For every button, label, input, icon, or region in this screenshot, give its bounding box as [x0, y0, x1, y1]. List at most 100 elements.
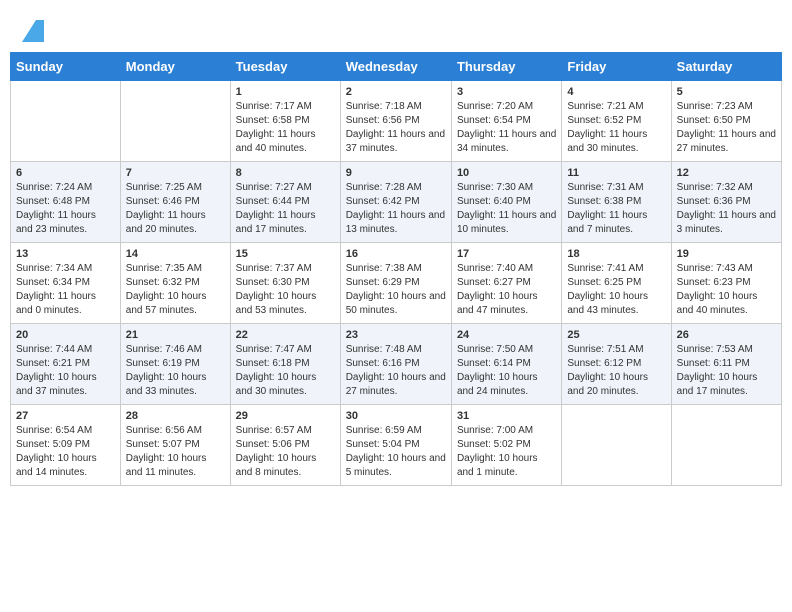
day-cell-8: 8 Sunrise: 7:27 AM Sunset: 6:44 PM Daylig… — [230, 162, 340, 243]
day-info: Sunrise: 6:57 AM Sunset: 5:06 PM Dayligh… — [236, 424, 335, 480]
day-number: 8 — [236, 167, 335, 179]
day-number: 23 — [346, 329, 446, 341]
day-cell-17: 17 Sunrise: 7:40 AM Sunset: 6:27 PM Dayli… — [451, 243, 561, 324]
day-cell-31: 31Sunrise: 7:00 AM Sunset: 5:02 PM Dayli… — [451, 405, 561, 486]
day-cell-9: 9 Sunrise: 7:28 AM Sunset: 6:42 PM Daylig… — [340, 162, 451, 243]
day-cell-6: 6 Sunrise: 7:24 AM Sunset: 6:48 PM Daylig… — [11, 162, 121, 243]
day-info: Sunrise: 7:17 AM Sunset: 6:58 PM Dayligh… — [236, 100, 335, 156]
day-info: Sunrise: 6:56 AM Sunset: 5:07 PM Dayligh… — [126, 424, 225, 480]
day-info: Sunrise: 7:31 AM Sunset: 6:38 PM Dayligh… — [567, 181, 665, 237]
day-number: 28 — [126, 410, 225, 422]
day-cell-29: 29 Sunrise: 6:57 AM Sunset: 5:06 PM Dayli… — [230, 405, 340, 486]
day-info: Sunrise: 7:00 AM Sunset: 5:02 PM Dayligh… — [457, 424, 556, 480]
empty-cell — [11, 81, 121, 162]
day-cell-27: 27Sunrise: 6:54 AM Sunset: 5:09 PM Dayli… — [11, 405, 121, 486]
day-number: 20 — [16, 329, 115, 341]
day-cell-19: 19 Sunrise: 7:43 AM Sunset: 6:23 PM Dayli… — [671, 243, 781, 324]
day-cell-15: 15 Sunrise: 7:37 AM Sunset: 6:30 PM Dayli… — [230, 243, 340, 324]
day-info: Sunrise: 7:32 AM Sunset: 6:36 PM Dayligh… — [677, 181, 776, 237]
day-info: Sunrise: 7:18 AM Sunset: 6:56 PM Dayligh… — [346, 100, 446, 156]
day-number: 9 — [346, 167, 446, 179]
day-number: 29 — [236, 410, 335, 422]
day-cell-30: 30 Sunrise: 6:59 AM Sunset: 5:04 PM Dayli… — [340, 405, 451, 486]
day-number: 7 — [126, 167, 225, 179]
day-number: 12 — [677, 167, 776, 179]
day-cell-13: 13 Sunrise: 7:34 AM Sunset: 6:34 PM Dayli… — [11, 243, 121, 324]
day-info: Sunrise: 7:53 AM Sunset: 6:11 PM Dayligh… — [677, 343, 776, 399]
day-number: 19 — [677, 248, 776, 260]
day-number: 24 — [457, 329, 556, 341]
day-info: Sunrise: 7:24 AM Sunset: 6:48 PM Dayligh… — [16, 181, 115, 237]
day-cell-14: 14Sunrise: 7:35 AM Sunset: 6:32 PM Dayli… — [120, 243, 230, 324]
day-cell-4: 4 Sunrise: 7:21 AM Sunset: 6:52 PM Daylig… — [562, 81, 671, 162]
day-info: Sunrise: 7:37 AM Sunset: 6:30 PM Dayligh… — [236, 262, 335, 318]
day-info: Sunrise: 7:30 AM Sunset: 6:40 PM Dayligh… — [457, 181, 556, 237]
day-cell-28: 28 Sunrise: 6:56 AM Sunset: 5:07 PM Dayli… — [120, 405, 230, 486]
day-number: 6 — [16, 167, 115, 179]
empty-cell — [120, 81, 230, 162]
day-info: Sunrise: 7:20 AM Sunset: 6:54 PM Dayligh… — [457, 100, 556, 156]
weekday-header-sunday: Sunday — [11, 53, 121, 81]
week-row-5: 27Sunrise: 6:54 AM Sunset: 5:09 PM Dayli… — [11, 405, 782, 486]
day-info: Sunrise: 7:23 AM Sunset: 6:50 PM Dayligh… — [677, 100, 776, 156]
day-info: Sunrise: 6:54 AM Sunset: 5:09 PM Dayligh… — [16, 424, 115, 480]
day-cell-5: 5Sunrise: 7:23 AM Sunset: 6:50 PM Daylig… — [671, 81, 781, 162]
week-row-3: 13 Sunrise: 7:34 AM Sunset: 6:34 PM Dayli… — [11, 243, 782, 324]
empty-cell — [671, 405, 781, 486]
day-number: 13 — [16, 248, 115, 260]
day-number: 3 — [457, 86, 556, 98]
weekday-header-thursday: Thursday — [451, 53, 561, 81]
day-info: Sunrise: 7:47 AM Sunset: 6:18 PM Dayligh… — [236, 343, 335, 399]
weekday-header-tuesday: Tuesday — [230, 53, 340, 81]
day-cell-12: 12 Sunrise: 7:32 AM Sunset: 6:36 PM Dayli… — [671, 162, 781, 243]
day-info: Sunrise: 7:43 AM Sunset: 6:23 PM Dayligh… — [677, 262, 776, 318]
day-info: Sunrise: 7:46 AM Sunset: 6:19 PM Dayligh… — [126, 343, 225, 399]
day-number: 17 — [457, 248, 556, 260]
day-info: Sunrise: 7:41 AM Sunset: 6:25 PM Dayligh… — [567, 262, 665, 318]
day-cell-16: 16Sunrise: 7:38 AM Sunset: 6:29 PM Dayli… — [340, 243, 451, 324]
day-info: Sunrise: 7:51 AM Sunset: 6:12 PM Dayligh… — [567, 343, 665, 399]
day-cell-2: 2 Sunrise: 7:18 AM Sunset: 6:56 PM Daylig… — [340, 81, 451, 162]
day-cell-25: 25 Sunrise: 7:51 AM Sunset: 6:12 PM Dayli… — [562, 324, 671, 405]
day-cell-22: 22Sunrise: 7:47 AM Sunset: 6:18 PM Dayli… — [230, 324, 340, 405]
day-number: 11 — [567, 167, 665, 179]
day-cell-23: 23 Sunrise: 7:48 AM Sunset: 6:16 PM Dayli… — [340, 324, 451, 405]
day-cell-3: 3 Sunrise: 7:20 AM Sunset: 6:54 PM Daylig… — [451, 81, 561, 162]
day-number: 1 — [236, 86, 335, 98]
day-number: 10 — [457, 167, 556, 179]
day-cell-10: 10 Sunrise: 7:30 AM Sunset: 6:40 PM Dayli… — [451, 162, 561, 243]
day-number: 15 — [236, 248, 335, 260]
day-number: 4 — [567, 86, 665, 98]
week-row-4: 20 Sunrise: 7:44 AM Sunset: 6:21 PM Dayli… — [11, 324, 782, 405]
day-number: 18 — [567, 248, 665, 260]
day-cell-18: 18 Sunrise: 7:41 AM Sunset: 6:25 PM Dayli… — [562, 243, 671, 324]
weekday-header-wednesday: Wednesday — [340, 53, 451, 81]
day-number: 21 — [126, 329, 225, 341]
calendar-table: SundayMondayTuesdayWednesdayThursdayFrid… — [10, 52, 782, 486]
day-info: Sunrise: 7:40 AM Sunset: 6:27 PM Dayligh… — [457, 262, 556, 318]
day-info: Sunrise: 7:21 AM Sunset: 6:52 PM Dayligh… — [567, 100, 665, 156]
week-row-2: 6 Sunrise: 7:24 AM Sunset: 6:48 PM Daylig… — [11, 162, 782, 243]
logo-icon — [22, 20, 44, 42]
day-info: Sunrise: 7:48 AM Sunset: 6:16 PM Dayligh… — [346, 343, 446, 399]
day-info: Sunrise: 7:34 AM Sunset: 6:34 PM Dayligh… — [16, 262, 115, 318]
weekday-header-friday: Friday — [562, 53, 671, 81]
day-cell-1: 1 Sunrise: 7:17 AM Sunset: 6:58 PM Daylig… — [230, 81, 340, 162]
weekday-header-monday: Monday — [120, 53, 230, 81]
day-number: 2 — [346, 86, 446, 98]
day-number: 25 — [567, 329, 665, 341]
week-row-1: 1 Sunrise: 7:17 AM Sunset: 6:58 PM Daylig… — [11, 81, 782, 162]
day-number: 14 — [126, 248, 225, 260]
day-info: Sunrise: 6:59 AM Sunset: 5:04 PM Dayligh… — [346, 424, 446, 480]
day-info: Sunrise: 7:27 AM Sunset: 6:44 PM Dayligh… — [236, 181, 335, 237]
logo — [20, 20, 44, 42]
day-cell-24: 24 Sunrise: 7:50 AM Sunset: 6:14 PM Dayli… — [451, 324, 561, 405]
day-cell-20: 20 Sunrise: 7:44 AM Sunset: 6:21 PM Dayli… — [11, 324, 121, 405]
day-info: Sunrise: 7:28 AM Sunset: 6:42 PM Dayligh… — [346, 181, 446, 237]
weekday-header-row: SundayMondayTuesdayWednesdayThursdayFrid… — [11, 53, 782, 81]
day-number: 30 — [346, 410, 446, 422]
day-info: Sunrise: 7:38 AM Sunset: 6:29 PM Dayligh… — [346, 262, 446, 318]
day-info: Sunrise: 7:44 AM Sunset: 6:21 PM Dayligh… — [16, 343, 115, 399]
empty-cell — [562, 405, 671, 486]
day-info: Sunrise: 7:50 AM Sunset: 6:14 PM Dayligh… — [457, 343, 556, 399]
